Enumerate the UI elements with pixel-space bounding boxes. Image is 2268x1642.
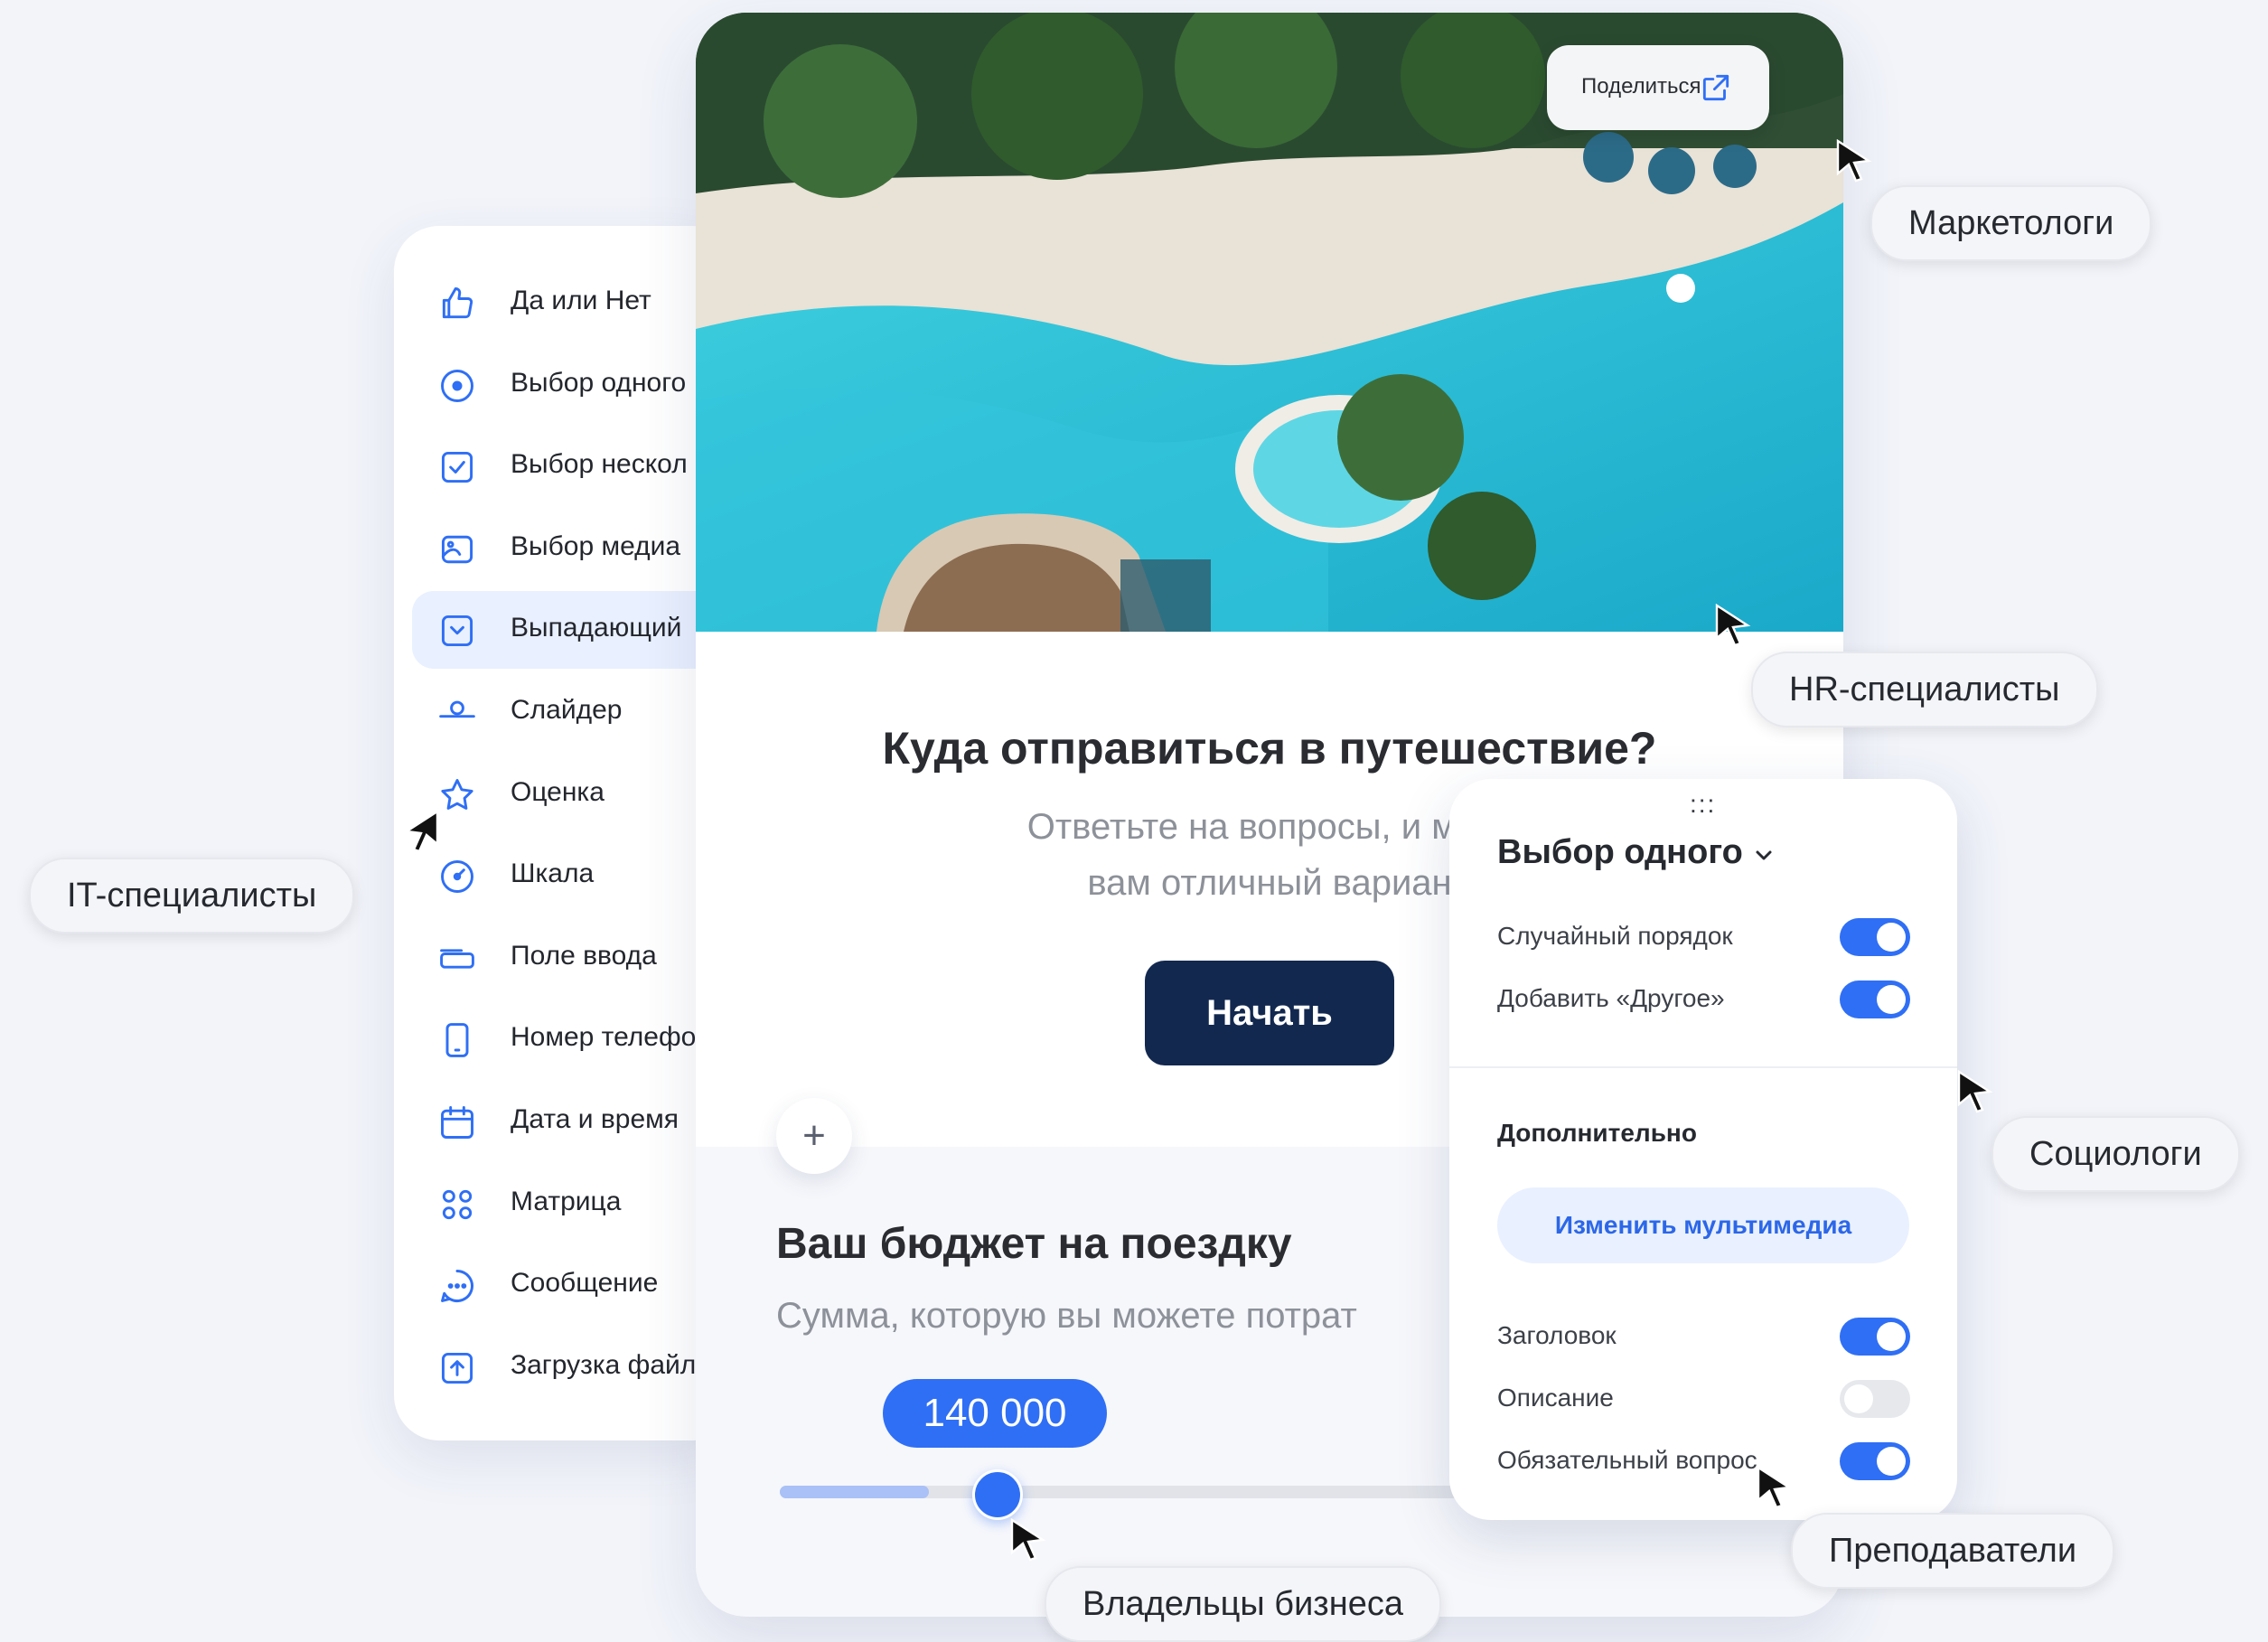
sidebar-item-label: Выбор нескол bbox=[511, 449, 688, 480]
upload-icon bbox=[437, 1348, 477, 1388]
sidebar-item[interactable]: Дата и время bbox=[412, 1083, 737, 1160]
checkbox-icon bbox=[437, 447, 477, 487]
badge-teachers: Преподаватели bbox=[1791, 1513, 2115, 1589]
budget-question-subtitle: Сумма, которую вы можете потрат bbox=[776, 1296, 1357, 1336]
sidebar-item[interactable]: Выбор нескол bbox=[412, 427, 737, 505]
sidebar-item-label: Оценка bbox=[511, 776, 604, 807]
add-question-button[interactable]: + bbox=[776, 1098, 852, 1174]
required-toggle-label: Обязательный вопрос bbox=[1497, 1446, 1757, 1474]
gauge-icon bbox=[437, 857, 477, 896]
question-type-sidebar: Да или Нет Выбор одного Выбор нескол Выбор … bbox=[394, 226, 737, 1440]
add-other-toggle[interactable] bbox=[1840, 981, 1910, 1018]
start-button[interactable]: Начать bbox=[1145, 961, 1394, 1065]
badge-marketers: Маркетологи bbox=[1870, 185, 2152, 261]
sidebar-item-label: Выбор медиа bbox=[511, 530, 681, 561]
sidebar-item-label: Номер телефо bbox=[511, 1022, 697, 1053]
star-icon bbox=[437, 775, 477, 815]
sidebar-item-label: Да или Нет bbox=[511, 286, 651, 315]
sidebar-item-label: Шкала bbox=[511, 859, 595, 889]
sidebar-item-label: Загрузка файл bbox=[511, 1349, 697, 1380]
description-toggle-label: Описание bbox=[1497, 1384, 1614, 1412]
sidebar-item[interactable]: Выбор одного bbox=[412, 346, 737, 424]
change-media-button[interactable]: Изменить мультимедиа bbox=[1497, 1187, 1909, 1263]
title-toggle-label: Заголовок bbox=[1497, 1321, 1617, 1349]
budget-slider-thumb[interactable] bbox=[972, 1469, 1023, 1520]
sidebar-item[interactable]: Шкала bbox=[412, 837, 737, 915]
calendar-icon bbox=[437, 1102, 477, 1142]
phone-icon bbox=[437, 1020, 477, 1060]
badge-business: Владельцы бизнеса bbox=[1045, 1566, 1441, 1642]
dropdown-icon bbox=[437, 611, 477, 651]
badge-hr: HR-специалисты bbox=[1751, 652, 2098, 727]
sidebar-item[interactable]: Загрузка файл bbox=[412, 1328, 737, 1406]
sidebar-item[interactable]: Номер телефо bbox=[412, 1000, 737, 1078]
add-other-label: Добавить «Другое» bbox=[1497, 984, 1725, 1012]
sidebar-item-label: Выбор одного bbox=[511, 367, 687, 398]
cursor-icon bbox=[1836, 139, 1872, 183]
matrix-icon bbox=[437, 1185, 477, 1224]
panel-divider bbox=[1449, 1066, 1957, 1068]
radio-icon bbox=[437, 366, 477, 406]
budget-slider-fill bbox=[780, 1486, 929, 1498]
share-icon bbox=[1699, 70, 1733, 105]
budget-question-title: Ваш бюджет на поездку bbox=[776, 1220, 1292, 1268]
sidebar-item[interactable]: Да или Нет bbox=[412, 264, 737, 342]
sidebar-item[interactable]: Поле ввода bbox=[412, 919, 737, 997]
random-order-label: Случайный порядок bbox=[1497, 922, 1733, 950]
share-button[interactable]: Поделиться bbox=[1547, 45, 1769, 130]
question-type-select[interactable]: Выбор одного bbox=[1497, 833, 1743, 872]
random-order-toggle[interactable] bbox=[1840, 918, 1910, 956]
extra-section-title: Дополнительно bbox=[1497, 1119, 1697, 1147]
drag-handle-icon[interactable]: ::: bbox=[1690, 790, 1716, 819]
sidebar-item[interactable]: Оценка bbox=[412, 755, 737, 833]
slider-value-badge: 140 000 bbox=[883, 1379, 1107, 1448]
share-label: Поделиться bbox=[1581, 74, 1701, 99]
chevron-down-icon[interactable] bbox=[1753, 844, 1775, 866]
slider-icon bbox=[437, 693, 477, 733]
sidebar-item-label: Дата и время bbox=[511, 1104, 679, 1134]
cursor-icon bbox=[1757, 1466, 1793, 1509]
image-icon bbox=[437, 530, 477, 569]
hero-image: Поделиться bbox=[696, 13, 1843, 632]
badge-sociologists: Социологи bbox=[1992, 1116, 2240, 1192]
sidebar-item[interactable]: Слайдер bbox=[412, 673, 737, 751]
cursor-icon bbox=[1715, 604, 1751, 647]
sidebar-item-label: Слайдер bbox=[511, 695, 623, 725]
sidebar-item-label: Поле ввода bbox=[511, 940, 657, 971]
input-field-icon bbox=[437, 939, 477, 979]
survey-title: Куда отправиться в путешествие? bbox=[882, 723, 1657, 774]
cursor-icon bbox=[1010, 1518, 1046, 1562]
badge-it: IT-специалисты bbox=[29, 858, 355, 934]
sidebar-item[interactable]: Сообщение bbox=[412, 1246, 737, 1324]
thumbs-up-icon bbox=[437, 284, 477, 324]
title-toggle[interactable] bbox=[1840, 1318, 1910, 1356]
cursor-icon bbox=[403, 810, 439, 853]
sidebar-item[interactable]: Выбор медиа bbox=[412, 510, 737, 587]
message-icon bbox=[437, 1266, 477, 1306]
sidebar-item[interactable]: Выпадающий bbox=[412, 591, 737, 670]
question-settings-panel: ::: Выбор одного Случайный порядок Добав… bbox=[1449, 779, 1957, 1520]
cursor-icon bbox=[1957, 1070, 1993, 1113]
required-toggle[interactable] bbox=[1840, 1442, 1910, 1480]
sidebar-item-label: Выпадающий bbox=[511, 613, 682, 643]
sidebar-item-label: Матрица bbox=[511, 1186, 622, 1216]
description-toggle[interactable] bbox=[1840, 1380, 1910, 1418]
sidebar-item[interactable]: Матрица bbox=[412, 1165, 737, 1243]
sidebar-item-label: Сообщение bbox=[511, 1268, 659, 1299]
